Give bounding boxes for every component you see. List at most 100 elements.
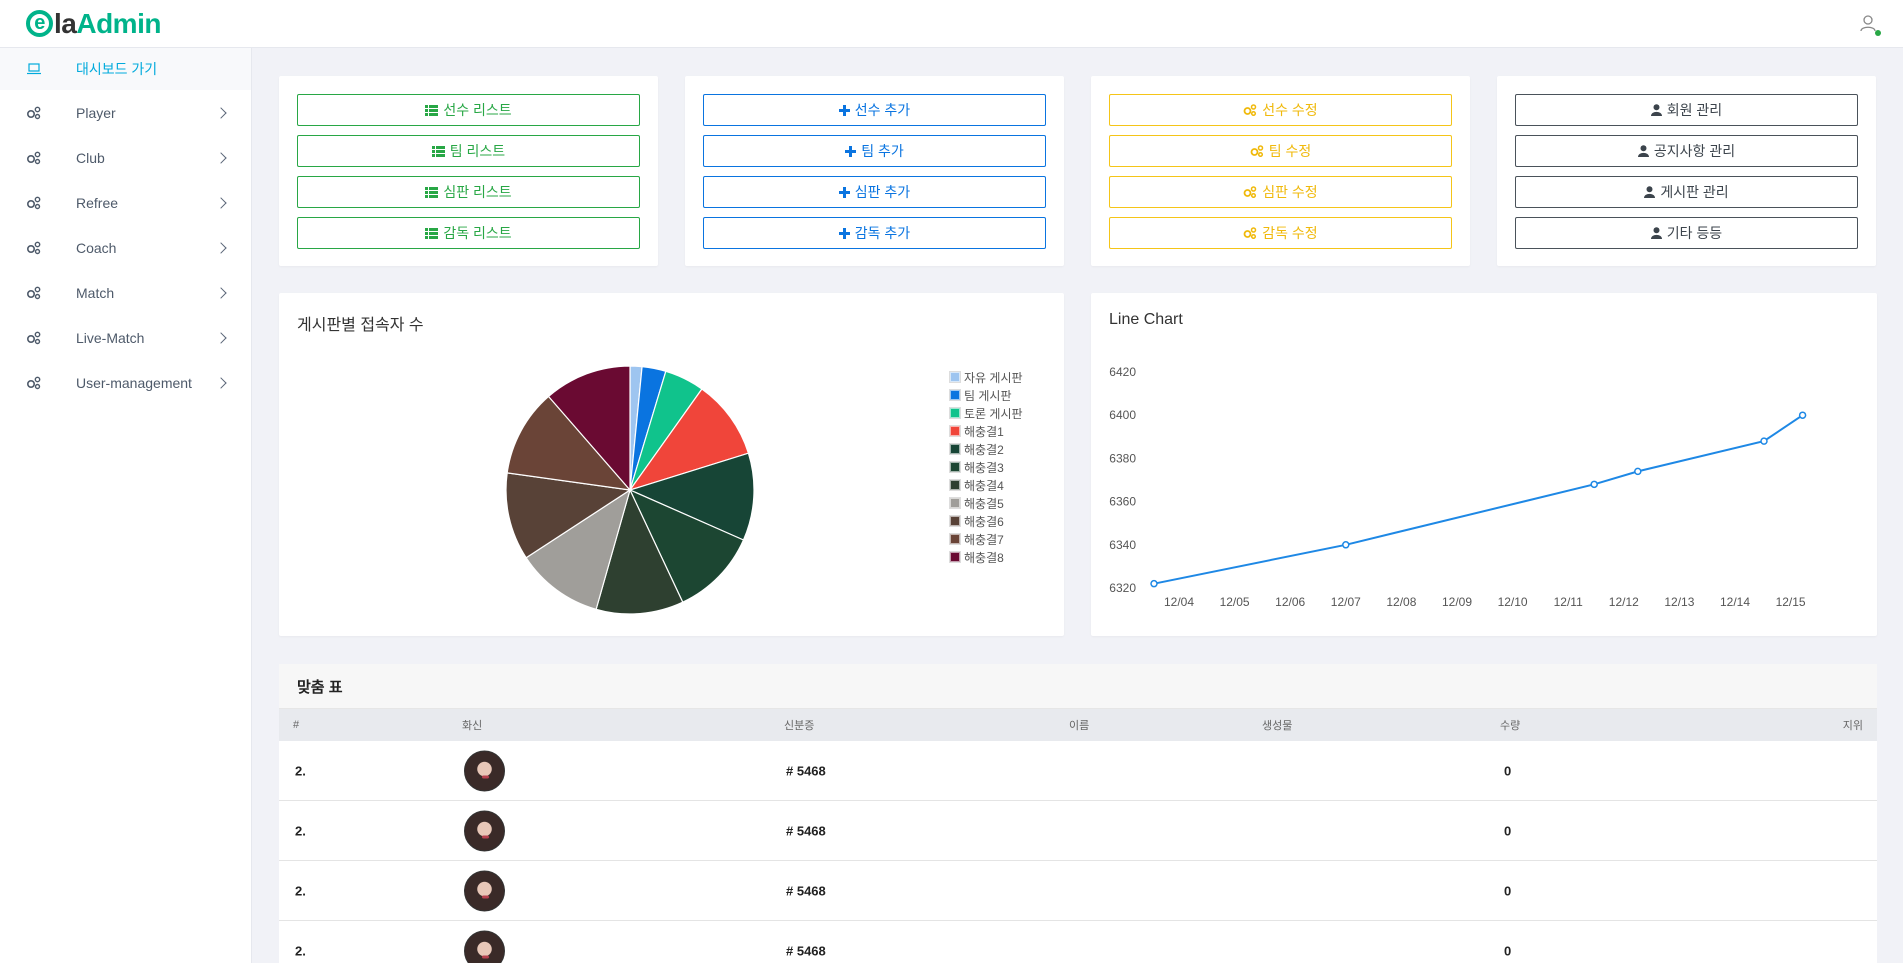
list-button-0[interactable]: 선수 리스트 [297,94,640,126]
logo[interactable]: e laAdmin [26,10,161,38]
legend-swatch [949,515,961,527]
row-id: # 5468 [786,883,826,898]
row-id: # 5468 [786,823,826,838]
edit-button-1[interactable]: 팀 수정 [1109,135,1452,167]
manage-button-1[interactable]: 공지사항 관리 [1515,135,1858,167]
sidebar-item-label: Player [76,104,116,121]
chevron-right-icon [215,196,227,209]
legend-label: 해충결4 [964,478,1004,493]
button-label: 감독 리스트 [443,225,512,241]
y-tick-label-2: 6360 [1109,495,1136,509]
manage-button-3[interactable]: 기타 등등 [1515,217,1858,249]
manage-button-0[interactable]: 회원 관리 [1515,94,1858,126]
y-tick-label-0: 6320 [1109,581,1136,595]
legend-swatch [949,479,961,491]
chevron-right-icon [215,151,227,164]
sidebar-item-2[interactable]: Club [0,135,251,180]
line-point-2[interactable] [1590,480,1598,489]
add-button-1[interactable]: 팀 추가 [703,135,1046,167]
legend-item-7[interactable]: 해충결5 [949,494,1023,512]
button-label: 선수 추가 [854,102,911,118]
avatar [464,750,505,791]
line-point-3[interactable] [1634,467,1642,476]
line-point-5[interactable] [1798,411,1807,419]
button-label: 선수 수정 [1262,102,1318,118]
list-button-2[interactable]: 심판 리스트 [297,176,640,208]
row-qty: 0 [1504,763,1512,778]
user-icon [1650,104,1662,116]
plus-icon [838,227,850,239]
legend-item-5[interactable]: 해충결3 [949,458,1023,476]
online-status-dot [1875,30,1881,36]
action-card-edit: 선수 수정팀 수정심판 수정감독 수정 [1091,76,1470,266]
list-icon [425,227,439,239]
legend-item-4[interactable]: 해충결2 [949,440,1023,458]
list-icon [425,186,439,198]
manage-button-2[interactable]: 게시판 관리 [1515,176,1858,208]
sidebar-item-7[interactable]: User-management [0,360,251,405]
legend-item-1[interactable]: 팀 게시판 [949,386,1023,404]
action-card-list: 선수 리스트팀 리스트심판 리스트감독 리스트 [279,76,658,266]
legend-item-10[interactable]: 해충결8 [949,548,1023,566]
row-number: 2. [295,943,306,958]
legend-item-3[interactable]: 해충결1 [949,422,1023,440]
logo-text-admin: Admin [76,8,161,39]
col-header-id: 신분증 [784,720,815,732]
x-tick-label-6: 12/10 [1498,595,1528,609]
sidebar-item-3[interactable]: Refree [0,180,251,225]
custom-table-card: 맞춤 표 # 화신 신분증 이름 생성물 수량 지위 2. # 5468 0 2. # … [279,664,1877,963]
legend-item-0[interactable]: 자유 게시판 [949,368,1023,386]
plus-icon [838,104,850,116]
edit-button-2[interactable]: 심판 수정 [1109,176,1452,208]
legend-label: 해충결1 [964,424,1004,439]
cogs-icon [1250,145,1264,157]
legend-label: 해충결7 [964,532,1004,547]
legend-label: 해충결2 [964,442,1004,457]
add-button-2[interactable]: 심판 추가 [703,176,1046,208]
line-point-0[interactable] [1150,579,1158,588]
top-bar: e laAdmin [0,0,1903,48]
edit-button-0[interactable]: 선수 수정 [1109,94,1452,126]
cogs-icon [1243,104,1257,116]
user-menu-button[interactable] [1859,14,1881,36]
legend-item-2[interactable]: 토론 게시판 [949,404,1023,422]
sidebar-item-6[interactable]: Live-Match [0,315,251,360]
table-row[interactable]: 2. # 5468 0 [279,801,1877,861]
sidebar-item-5[interactable]: Match [0,270,251,315]
cogs-icon [26,285,42,301]
legend-item-6[interactable]: 해충결4 [949,476,1023,494]
table-header-row: # 화신 신분증 이름 생성물 수량 지위 [279,709,1877,741]
y-tick-label-4: 6400 [1109,408,1136,422]
sidebar-item-label: Match [76,284,115,301]
line-point-1[interactable] [1342,541,1350,549]
legend-swatch [949,461,961,473]
pie-legend: 자유 게시판 팀 게시판 토론 게시판 해충결1 해충결2 해충결3 해충결4 해충결5 해충결… [949,368,1023,566]
table-row[interactable]: 2. # 5468 0 [279,861,1877,921]
edit-button-3[interactable]: 감독 수정 [1109,217,1452,249]
add-button-0[interactable]: 선수 추가 [703,94,1046,126]
list-button-3[interactable]: 감독 리스트 [297,217,640,249]
col-header-status: 지위 [1842,720,1863,732]
legend-item-9[interactable]: 해충결7 [949,530,1023,548]
legend-item-8[interactable]: 해충결6 [949,512,1023,530]
cogs-icon [1243,186,1257,198]
plus-icon [838,186,850,198]
sidebar-item-label: Live-Match [76,329,145,346]
sidebar-item-0[interactable]: 대시보드 가기 [0,48,251,90]
col-header-qty: 수량 [1500,720,1521,732]
pie-chart-title: 게시판별 접속자 수 [297,317,424,334]
table-row[interactable]: 2. # 5468 0 [279,921,1877,963]
button-label: 선수 리스트 [443,102,512,118]
button-label: 팀 리스트 [449,143,506,159]
sidebar-item-label: 대시보드 가기 [76,61,158,77]
sidebar-item-1[interactable]: Player [0,90,251,135]
table-row[interactable]: 2. # 5468 0 [279,741,1877,801]
avatar [464,930,505,963]
list-button-1[interactable]: 팀 리스트 [297,135,640,167]
cogs-icon [26,375,42,391]
button-label: 심판 수정 [1262,184,1318,200]
sidebar-item-4[interactable]: Coach [0,225,251,270]
line-point-4[interactable] [1760,437,1768,445]
legend-swatch [949,551,961,563]
add-button-3[interactable]: 감독 추가 [703,217,1046,249]
